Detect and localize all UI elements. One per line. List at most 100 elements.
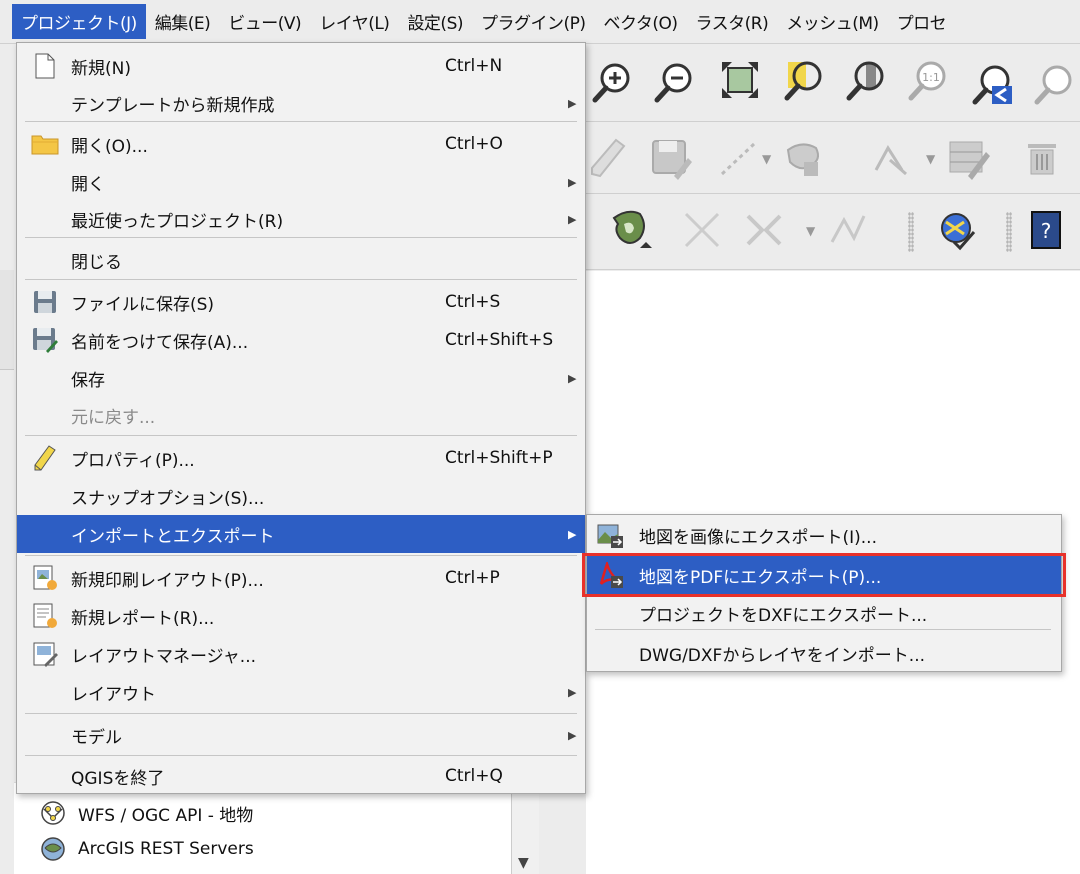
svg-text:?: ? xyxy=(1041,219,1052,243)
toolbar-grip[interactable] xyxy=(1006,212,1012,252)
layout-manager-icon xyxy=(33,642,58,667)
menu-layer[interactable]: レイヤ(L) xyxy=(310,4,398,39)
topology-checker-icon[interactable] xyxy=(934,208,978,252)
toolbar-grip[interactable] xyxy=(908,212,914,252)
menu-item-close[interactable]: 閉じる xyxy=(17,241,585,279)
menu-item-recent-projects[interactable]: 最近使ったプロジェクト(R) ▶ xyxy=(17,201,585,237)
zoom-next-icon[interactable] xyxy=(1032,62,1076,106)
dropdown-arrow-icon[interactable]: ▼ xyxy=(806,224,815,238)
menu-item-shortcut: Ctrl+S xyxy=(445,292,501,312)
menu-item-label: モデル xyxy=(71,727,122,748)
menu-separator xyxy=(25,755,577,756)
submenu-item-export-dxf[interactable]: プロジェクトをDXFにエクスポート... xyxy=(587,595,1061,631)
dropdown-arrow-icon[interactable]: ▼ xyxy=(926,152,935,166)
menu-edit[interactable]: 編集(E) xyxy=(146,4,220,39)
menu-item-revert[interactable]: 元に戻す... xyxy=(17,397,585,433)
offset-curve-icon[interactable] xyxy=(826,208,870,252)
menu-item-layouts[interactable]: レイアウト ▶ xyxy=(17,673,585,711)
menu-item-open[interactable]: 開く(O)... Ctrl+O xyxy=(17,125,585,163)
menu-project[interactable]: プロジェクト(J) xyxy=(12,4,146,39)
browser-scrollbar[interactable]: ▼ xyxy=(511,783,539,874)
fill-ring-icon[interactable] xyxy=(610,208,654,252)
menu-view[interactable]: ビュー(V) xyxy=(219,4,310,39)
menu-item-label: レイアウト xyxy=(71,684,156,705)
menu-separator xyxy=(595,629,1051,630)
arcgis-icon xyxy=(41,837,65,861)
menu-item-shortcut: Ctrl+Q xyxy=(445,766,503,786)
menu-item-label: プロパティ(P)... xyxy=(71,450,195,471)
menu-item-open-from[interactable]: 開く ▶ xyxy=(17,163,585,201)
reshape-features-icon[interactable] xyxy=(742,208,786,252)
menu-item-label: 保存 xyxy=(71,370,105,391)
submenu-arrow-icon: ▶ xyxy=(568,728,577,742)
menu-item-label: スナップオプション(S)... xyxy=(71,488,265,509)
scroll-down-icon[interactable]: ▼ xyxy=(518,855,529,871)
menu-item-label: 開く(O)... xyxy=(71,136,148,157)
menu-item-shortcut: Ctrl+Shift+S xyxy=(445,330,554,350)
menu-separator xyxy=(25,435,577,436)
menu-settings[interactable]: 設定(S) xyxy=(398,4,472,39)
menu-plugins[interactable]: プラグイン(P) xyxy=(472,4,595,39)
menu-item-save-as[interactable]: 名前をつけて保存(A)... Ctrl+Shift+S xyxy=(17,321,585,359)
zoom-to-selection-icon[interactable] xyxy=(782,58,826,102)
zoom-last-icon[interactable] xyxy=(970,62,1014,106)
menu-item-snapping-options[interactable]: スナップオプション(S)... xyxy=(17,477,585,515)
menu-item-new-print-layout[interactable]: 新規印刷レイアウト(P)... Ctrl+P xyxy=(17,559,585,597)
menu-vector[interactable]: ベクタ(O) xyxy=(595,4,687,39)
delete-selected-icon[interactable] xyxy=(1020,136,1064,180)
help-icon[interactable]: ? xyxy=(1028,208,1072,252)
zoom-to-layer-icon[interactable] xyxy=(844,58,888,102)
submenu-arrow-icon: ▶ xyxy=(568,527,577,541)
menu-separator xyxy=(25,121,577,122)
menu-separator xyxy=(25,713,577,714)
menu-item-new-from-template[interactable]: テンプレートから新規作成 ▶ xyxy=(17,85,585,121)
project-menu: 新規(N) Ctrl+N テンプレートから新規作成 ▶ 開く(O)... Ctr… xyxy=(16,42,586,794)
zoom-out-icon[interactable] xyxy=(652,60,696,104)
menu-item-label: 最近使ったプロジェクト(R) xyxy=(71,211,284,232)
digitize-polygon-icon[interactable] xyxy=(782,136,826,180)
submenu-item-label: プロジェクトをDXFにエクスポート... xyxy=(639,605,928,626)
highlight-annotation-box xyxy=(582,553,1066,597)
menu-separator xyxy=(25,237,577,238)
modify-attributes-icon[interactable] xyxy=(946,136,990,180)
menu-item-import-export[interactable]: インポートとエクスポート ▶ xyxy=(17,515,585,553)
menu-item-new[interactable]: 新規(N) Ctrl+N xyxy=(17,47,585,85)
save-edits-icon[interactable] xyxy=(648,136,692,180)
menu-item-exit-qgis[interactable]: QGISを終了 Ctrl+Q xyxy=(17,759,585,793)
menu-item-label: レイアウトマネージャ... xyxy=(71,646,257,667)
digitize-line-icon[interactable] xyxy=(716,136,760,180)
left-dock-strip xyxy=(0,270,14,370)
delete-part-icon[interactable] xyxy=(680,208,724,252)
dropdown-arrow-icon[interactable]: ▼ xyxy=(762,152,771,166)
menu-item-label: 元に戻す... xyxy=(71,407,156,428)
zoom-native-icon[interactable]: 1:1 xyxy=(906,58,950,102)
menu-item-save[interactable]: ファイルに保存(S) Ctrl+S xyxy=(17,283,585,321)
submenu-arrow-icon: ▶ xyxy=(568,212,577,226)
vertex-tool-icon[interactable] xyxy=(868,136,912,180)
new-file-icon xyxy=(35,53,55,79)
toggle-editing-icon[interactable] xyxy=(586,136,630,180)
submenu-item-export-image[interactable]: 地図を画像にエクスポート(I)... xyxy=(587,517,1061,553)
menu-item-models[interactable]: モデル ▶ xyxy=(17,717,585,753)
pencil-icon xyxy=(34,445,56,471)
submenu-item-import-dwg-dxf[interactable]: DWG/DXFからレイヤをインポート... xyxy=(587,635,1061,671)
menu-item-save-to[interactable]: 保存 ▶ xyxy=(17,359,585,397)
zoom-in-icon[interactable] xyxy=(590,60,634,104)
menu-item-shortcut: Ctrl+Shift+P xyxy=(445,448,553,468)
menu-item-shortcut: Ctrl+N xyxy=(445,56,503,76)
menu-mesh[interactable]: メッシュ(M) xyxy=(777,4,887,39)
browser-item-arcgis[interactable]: ArcGIS REST Servers xyxy=(40,833,254,865)
svg-text:1:1: 1:1 xyxy=(922,71,940,84)
menu-item-new-report[interactable]: 新規レポート(R)... xyxy=(17,597,585,635)
digitizing-toolbar: ▼ ▼ xyxy=(586,122,1080,194)
menu-raster[interactable]: ラスタ(R) xyxy=(687,4,778,39)
menu-processing[interactable]: プロセ xyxy=(888,4,956,39)
menu-item-label: 名前をつけて保存(A)... xyxy=(71,332,249,353)
zoom-full-icon[interactable] xyxy=(718,58,762,102)
menu-item-layout-manager[interactable]: レイアウトマネージャ... xyxy=(17,635,585,673)
menu-item-label: 新規レポート(R)... xyxy=(71,608,215,629)
submenu-item-label: 地図を画像にエクスポート(I)... xyxy=(639,527,877,548)
menu-item-properties[interactable]: プロパティ(P)... Ctrl+Shift+P xyxy=(17,439,585,477)
advanced-digitizing-toolbar: ▼ ? xyxy=(586,194,1080,270)
browser-item-wfs[interactable]: WFS / OGC API - 地物 xyxy=(40,797,253,829)
